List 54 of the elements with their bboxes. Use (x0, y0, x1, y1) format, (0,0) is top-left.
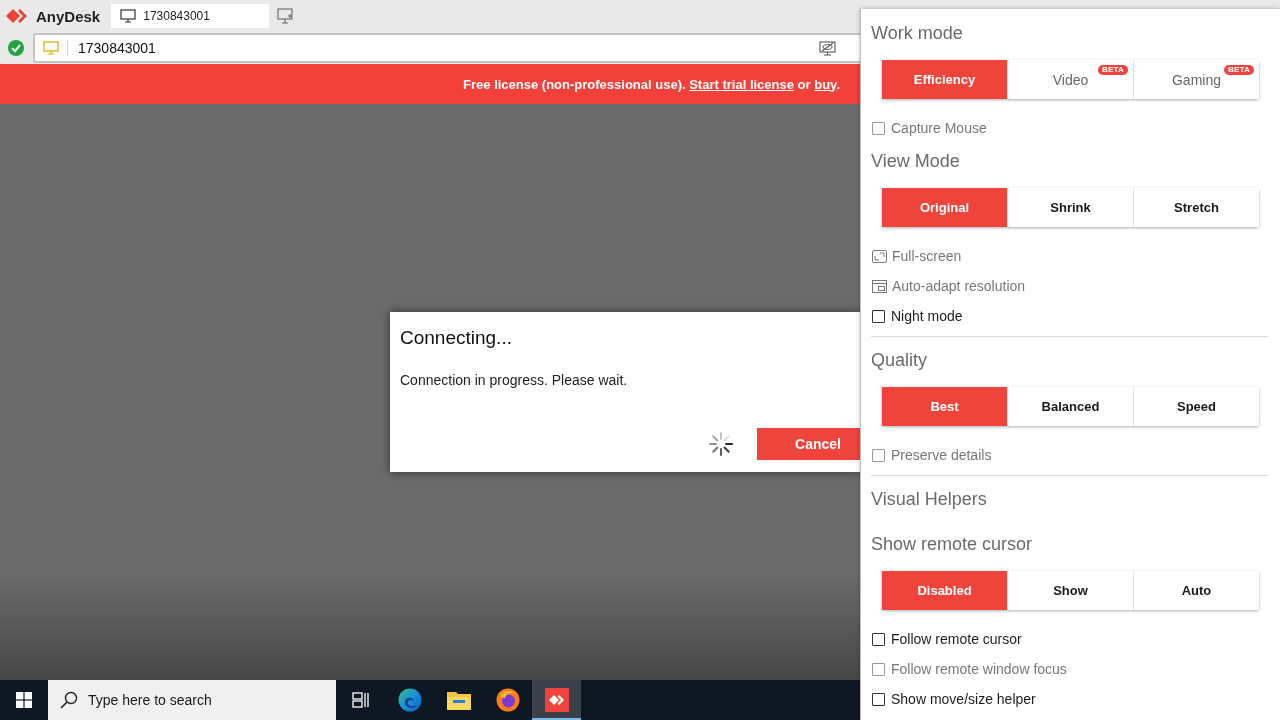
beta-badge: BETA (1098, 65, 1128, 75)
option-button[interactable]: Shrink (1007, 188, 1133, 227)
checkbox[interactable] (872, 632, 885, 646)
taskbar-app-button[interactable] (532, 680, 581, 720)
option-button[interactable]: Efficiency (882, 60, 1007, 99)
folder-icon (446, 690, 471, 710)
option-button[interactable]: Show (1007, 571, 1133, 610)
monitor-plus-icon (277, 8, 296, 24)
logo-icon (6, 8, 30, 24)
checkbox-label: Capture Mouse (891, 120, 987, 136)
search-icon (60, 691, 78, 709)
app-name: AnyDesk (36, 7, 101, 25)
section-title: View Mode (871, 150, 961, 173)
option-button[interactable]: Best (882, 387, 1007, 426)
expand-corners-icon (872, 249, 887, 263)
swirl-circle-icon (397, 688, 422, 712)
monitor-eye-slash-icon[interactable] (819, 40, 836, 56)
section-title: Work mode (871, 22, 964, 45)
option-button[interactable]: Speed (1133, 387, 1259, 426)
stacked-windows-icon (872, 279, 887, 293)
option-button[interactable]: Original (882, 188, 1007, 227)
option-button[interactable]: Balanced (1007, 387, 1133, 426)
check-circle-icon (8, 40, 24, 56)
checkbox[interactable] (872, 692, 885, 706)
monitor-icon (120, 9, 137, 23)
dialog-message: Connection in progress. Please wait. (400, 371, 629, 389)
new-tab-button[interactable] (277, 6, 296, 26)
search-input[interactable]: Type here to search (88, 692, 336, 708)
checkbox-label: Follow remote window focus (891, 661, 1067, 677)
option-button[interactable]: Stretch (1133, 188, 1259, 227)
checkbox-label: Show move/size helper (891, 691, 1036, 707)
globe-icon (495, 688, 520, 712)
option-button[interactable]: Disabled (882, 571, 1007, 610)
cancel-button[interactable]: Cancel (757, 428, 860, 460)
monitor-icon (43, 41, 59, 55)
four-pane-logo-icon (16, 692, 32, 708)
checkbox[interactable] (872, 309, 885, 323)
address-field[interactable]: 1730843001 (33, 33, 860, 63)
beta-badge: BETA (1224, 65, 1254, 75)
section-title: Show remote cursor (871, 533, 1034, 556)
search-field[interactable]: Type here to search (48, 680, 336, 720)
section-title: Visual Helpers (871, 488, 988, 511)
dialog-title: Connecting... (400, 326, 513, 350)
checkbox-label: Preserve details (891, 447, 992, 463)
checkbox-label: Night mode (891, 308, 963, 324)
banner-link[interactable]: Start trial license (689, 76, 794, 92)
task-view-icon (351, 692, 370, 708)
option-button[interactable]: Auto (1133, 571, 1259, 610)
checkbox-label: Follow remote cursor (891, 631, 1022, 647)
banner-link[interactable]: buy (814, 76, 837, 92)
license-notice: Free license (non-professional use). Start trial license or buy. (463, 76, 840, 92)
session-tab[interactable]: 1730843001 (111, 4, 270, 28)
section-title: Quality (871, 349, 929, 372)
diamond-chevron-icon (544, 688, 569, 712)
